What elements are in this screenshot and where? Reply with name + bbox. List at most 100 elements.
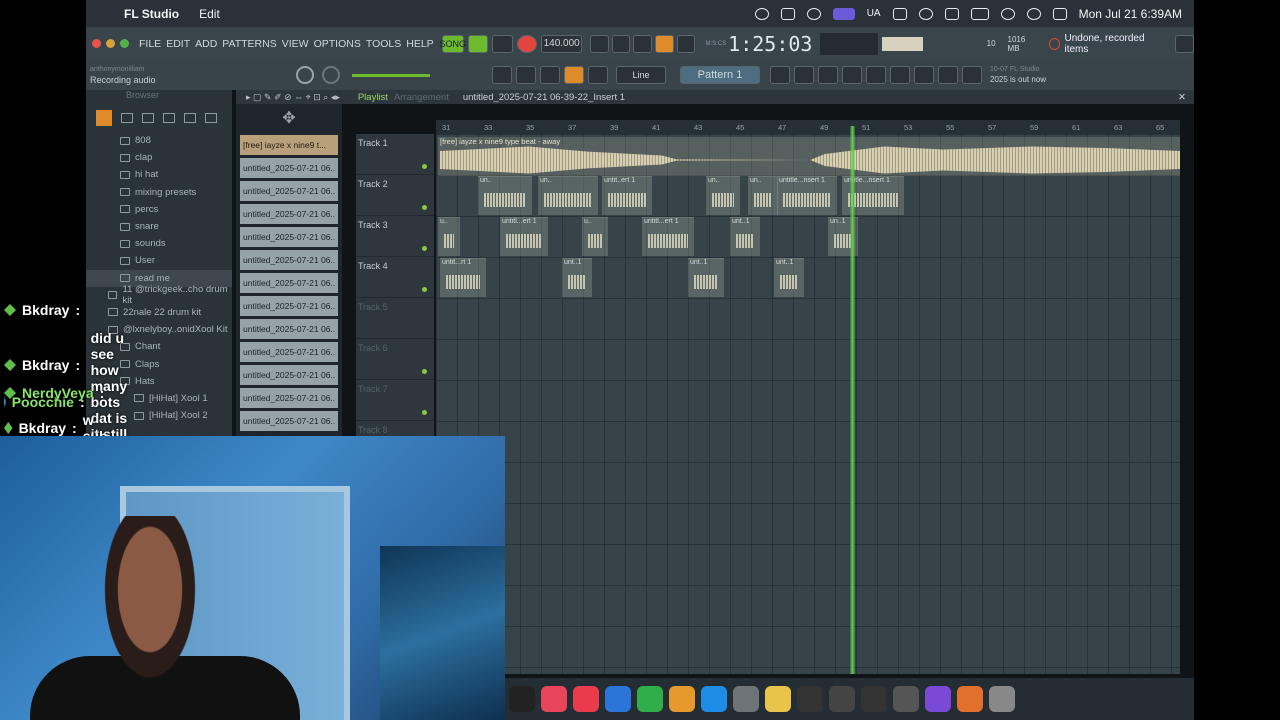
play-button[interactable] <box>467 34 489 53</box>
track-header[interactable]: Track 4 <box>356 257 434 298</box>
browser-item[interactable]: snare <box>86 218 232 235</box>
browser-item[interactable]: User <box>86 252 232 269</box>
undo-history-icon[interactable] <box>1049 37 1061 50</box>
song-position[interactable]: 1:25:03 <box>728 32 812 56</box>
track-header[interactable]: Track 2 <box>356 175 434 216</box>
dock-notes-icon[interactable] <box>765 686 791 712</box>
status-icon-1[interactable] <box>754 7 769 20</box>
moon-icon[interactable] <box>918 7 933 20</box>
clip-source-item[interactable]: untitled_2025-07-21 06.. <box>240 204 338 224</box>
mixer-icon[interactable] <box>818 66 838 84</box>
browser-all-icon[interactable] <box>96 110 112 126</box>
dock-disk-icon[interactable] <box>861 686 887 712</box>
playlist-title[interactable]: Playlist <box>358 92 388 103</box>
wifi-icon[interactable] <box>1000 7 1015 20</box>
plugin-picker-icon[interactable] <box>890 66 910 84</box>
touch-keyboard-icon[interactable] <box>914 66 934 84</box>
clip-source-item[interactable]: untitled_2025-07-21 06.. <box>240 273 338 293</box>
browser-cloud-icon[interactable] <box>184 113 196 123</box>
playlist-grid[interactable] <box>436 134 1180 674</box>
clip-source-item[interactable]: untitled_2025-07-21 06.. <box>240 342 338 362</box>
master-volume-slider[interactable] <box>352 73 430 77</box>
battery-icon[interactable] <box>970 7 989 20</box>
timeline-ruler[interactable]: 31 33 35 37 39 41 43 45 47 49 51 53 55 57 59 61 63 65 <box>436 120 1180 134</box>
browser-item[interactable]: 808 <box>86 132 232 149</box>
track-header[interactable]: Track 1 <box>356 134 434 175</box>
loop-record-icon[interactable] <box>676 34 696 53</box>
audio-clip[interactable]: untit..ert 1 <box>602 176 652 215</box>
search-icon[interactable] <box>1026 7 1041 20</box>
metronome-icon[interactable] <box>590 34 609 53</box>
clip-source-move-icon[interactable]: ✥ <box>236 104 342 132</box>
status-icon-4[interactable] <box>892 7 907 20</box>
track-led[interactable] <box>422 410 427 415</box>
close-playlist-icon[interactable]: ✕ <box>1178 92 1186 103</box>
menu-edit[interactable]: EDIT <box>166 38 190 50</box>
track-led[interactable] <box>422 369 427 374</box>
piano-roll-icon[interactable] <box>492 66 512 84</box>
track-led[interactable] <box>422 205 427 210</box>
stop-button[interactable] <box>492 34 513 53</box>
dock-creative-icon[interactable] <box>925 686 951 712</box>
track-header[interactable]: Track 3 <box>356 216 434 257</box>
track-led[interactable] <box>422 287 427 292</box>
project-icon[interactable] <box>938 66 958 84</box>
audio-clip[interactable]: unt..1 <box>688 258 724 297</box>
browser-item[interactable]: percs <box>86 201 232 218</box>
browser-item[interactable]: mixing presets <box>86 184 232 201</box>
clip-source-item[interactable]: untitled_2025-07-21 06.. <box>240 227 338 247</box>
dock-trash-icon[interactable] <box>989 686 1015 712</box>
menu-help[interactable]: HELP <box>406 38 433 50</box>
menu-file[interactable]: FILE <box>139 38 161 50</box>
audio-clip[interactable]: un.. <box>748 176 778 215</box>
dock-app-store-icon[interactable] <box>701 686 727 712</box>
clip-source-item[interactable]: untitled_2025-07-21 06.. <box>240 388 338 408</box>
browser-star-icon[interactable] <box>205 113 217 123</box>
audio-clip[interactable]: un.. <box>478 176 532 215</box>
dock-mixer-icon[interactable] <box>829 686 855 712</box>
audio-clip[interactable]: un.. <box>706 176 740 215</box>
dock-music-icon[interactable] <box>541 686 567 712</box>
browser-item[interactable]: 22nale 22 drum kit <box>86 304 232 321</box>
master-volume-knob[interactable] <box>322 66 340 84</box>
audio-clip[interactable]: untitl...ert 1 <box>500 217 548 256</box>
close-window-button[interactable] <box>92 39 101 48</box>
dock-news-icon[interactable] <box>573 686 599 712</box>
tempo-display[interactable]: 140.000 <box>541 34 583 53</box>
clock[interactable]: Mon Jul 21 6:39AM <box>1079 7 1182 21</box>
status-icon-3[interactable] <box>806 7 821 20</box>
audio-clip[interactable]: unt..1 <box>562 258 592 297</box>
download-icon[interactable] <box>1175 34 1194 53</box>
clip-source-item[interactable]: untitled_2025-07-21 06.. <box>240 365 338 385</box>
channel-rack-icon[interactable] <box>794 66 814 84</box>
wait-icon[interactable] <box>611 34 631 53</box>
menu-add[interactable]: ADD <box>195 38 217 50</box>
dock-tv-icon[interactable] <box>509 686 535 712</box>
audio-clip[interactable]: untit...rt 1 <box>440 258 486 297</box>
minimize-window-button[interactable] <box>106 39 115 48</box>
pianoroll-view-icon[interactable] <box>842 66 862 84</box>
audio-clip[interactable]: untitl...ert 1 <box>642 217 694 256</box>
clip-source-item[interactable]: [free] iayze x nine9 t... <box>240 135 338 155</box>
audio-clip[interactable]: unt..1 <box>774 258 804 297</box>
menubar-app-name[interactable]: FL Studio <box>124 7 179 21</box>
playlist-icon[interactable] <box>770 66 790 84</box>
audio-clip[interactable]: u.. <box>582 217 608 256</box>
zoom-window-button[interactable] <box>120 39 129 48</box>
menu-options[interactable]: OPTIONS <box>314 38 361 50</box>
track-header[interactable]: Track 7 <box>356 380 434 421</box>
dock-fl-icon[interactable] <box>957 686 983 712</box>
link-icon[interactable] <box>564 66 584 84</box>
browser-plugin-icon[interactable] <box>163 113 175 123</box>
playhead[interactable] <box>850 126 855 674</box>
snap-select[interactable]: Line <box>616 66 666 84</box>
clip-source-item[interactable]: untitled_2025-07-21 06.. <box>240 411 338 431</box>
stamp-icon[interactable] <box>588 66 608 84</box>
clip-source-item[interactable]: untitled_2025-07-21 06.. <box>240 158 338 178</box>
news-panel[interactable]: 10-07 FL Studio 2025 is out now <box>990 65 1046 85</box>
track-header[interactable]: Track 6 <box>356 339 434 380</box>
dock-final-cut-icon[interactable] <box>893 686 919 712</box>
track-led[interactable] <box>422 246 427 251</box>
audio-clip[interactable]: un.. <box>538 176 598 215</box>
track-led[interactable] <box>422 164 427 169</box>
